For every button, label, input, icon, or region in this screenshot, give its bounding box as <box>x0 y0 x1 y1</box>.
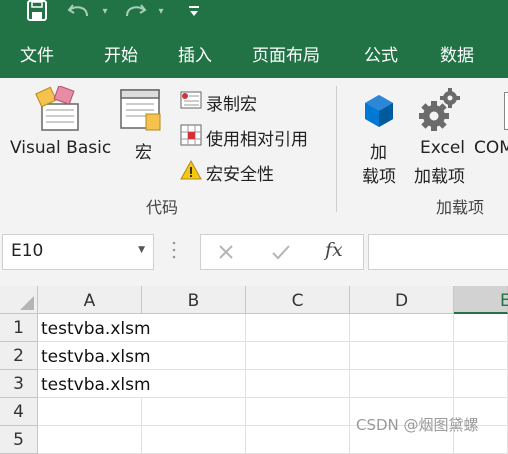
cell-e2[interactable] <box>454 342 508 370</box>
redo-dropdown-icon[interactable]: ▾ <box>154 0 168 22</box>
tab-page-layout[interactable]: 页面布局 <box>252 36 320 78</box>
tab-home[interactable]: 开始 <box>104 36 138 78</box>
row-header-5[interactable]: 5 <box>0 426 38 454</box>
code-group-label: 代码 <box>146 198 179 217</box>
save-icon[interactable] <box>24 0 50 22</box>
cell-d1[interactable] <box>350 314 454 342</box>
addins-label-line1[interactable]: 加 <box>370 138 387 163</box>
formula-bar: E10 ▼ fx <box>0 220 508 286</box>
cell-e1[interactable] <box>454 314 508 342</box>
com-addins-icon[interactable] <box>504 92 508 130</box>
column-header-a[interactable]: A <box>38 286 142 314</box>
column-header-c[interactable]: C <box>246 286 350 314</box>
group-divider <box>336 86 337 212</box>
cell-e3[interactable] <box>454 370 508 398</box>
tab-data[interactable]: 数据 <box>440 36 474 78</box>
row-header-1[interactable]: 1 <box>0 314 38 342</box>
title-bar: ▾ ▾ <box>0 0 508 36</box>
addins-label-line2[interactable]: 载项 <box>362 162 396 187</box>
warning-icon <box>180 159 202 184</box>
macro-security-button[interactable]: 宏安全性 <box>206 160 274 185</box>
cell-a2[interactable]: testvba.xlsm <box>38 342 151 370</box>
formula-input[interactable] <box>368 234 508 270</box>
visual-basic-icon[interactable] <box>34 85 82 136</box>
cell-a5[interactable] <box>38 426 142 454</box>
cell-c4[interactable] <box>246 398 350 426</box>
record-macro-icon[interactable] <box>180 90 202 114</box>
formula-bar-grip-icon[interactable] <box>172 240 176 260</box>
cell-a4[interactable] <box>38 398 142 426</box>
ribbon-panel: Visual Basic 宏 录制宏 使用相对引用 宏安全性 代码 加 载项 E… <box>0 78 508 221</box>
excel-addins-label-line1[interactable]: Excel <box>420 138 465 158</box>
select-all-corner[interactable] <box>0 286 38 314</box>
cell-d3[interactable] <box>350 370 454 398</box>
cell-a3[interactable]: testvba.xlsm <box>38 370 151 398</box>
visual-basic-button[interactable]: Visual Basic <box>10 138 111 158</box>
tab-file[interactable]: 文件 <box>20 36 54 78</box>
watermark-text: CSDN @烟图黛螺 <box>356 416 479 434</box>
relative-references-icon[interactable] <box>180 124 202 150</box>
addins-group-label: 加载项 <box>436 198 485 217</box>
formula-buttons: fx <box>200 234 364 270</box>
customize-qat-icon[interactable] <box>184 0 204 22</box>
row-header-2[interactable]: 2 <box>0 342 38 370</box>
cell-c1[interactable] <box>246 314 350 342</box>
excel-addins-gear-icon[interactable] <box>418 88 462 136</box>
cell-b3[interactable] <box>142 370 246 398</box>
row-header-3[interactable]: 3 <box>0 370 38 398</box>
name-box-value[interactable]: E10 <box>11 241 43 261</box>
enter-check-icon[interactable] <box>271 243 291 265</box>
name-box-dropdown-icon[interactable]: ▼ <box>138 245 145 255</box>
cell-b4[interactable] <box>142 398 246 426</box>
cell-a1[interactable]: testvba.xlsm <box>38 314 151 342</box>
undo-icon[interactable] <box>64 0 94 22</box>
cancel-x-icon[interactable] <box>217 243 235 265</box>
redo-icon[interactable] <box>120 0 150 22</box>
cell-c5[interactable] <box>246 426 350 454</box>
tab-formulas[interactable]: 公式 <box>364 36 398 78</box>
cell-c2[interactable] <box>246 342 350 370</box>
cell-d2[interactable] <box>350 342 454 370</box>
row-header-4[interactable]: 4 <box>0 398 38 426</box>
cell-b2[interactable] <box>142 342 246 370</box>
excel-addins-label-line2[interactable]: 加载项 <box>414 162 465 187</box>
insert-function-icon[interactable]: fx <box>325 239 343 261</box>
relative-references-button[interactable]: 使用相对引用 <box>206 125 308 150</box>
cell-b5[interactable] <box>142 426 246 454</box>
com-addins-button[interactable]: COM <box>474 138 508 158</box>
store-addins-icon[interactable] <box>362 94 396 132</box>
macros-icon[interactable] <box>120 88 166 138</box>
undo-dropdown-icon[interactable]: ▾ <box>98 0 112 22</box>
cell-b1[interactable] <box>142 314 246 342</box>
ribbon-tabs: 文件 开始 插入 页面布局 公式 数据 <box>0 36 508 78</box>
record-macro-button[interactable]: 录制宏 <box>206 90 257 115</box>
column-header-b[interactable]: B <box>142 286 246 314</box>
column-header-d[interactable]: D <box>350 286 454 314</box>
name-box[interactable]: E10 ▼ <box>2 234 154 270</box>
tab-insert[interactable]: 插入 <box>178 36 212 78</box>
macros-button[interactable]: 宏 <box>135 138 152 163</box>
column-header-e[interactable]: E <box>454 286 508 314</box>
cell-c3[interactable] <box>246 370 350 398</box>
